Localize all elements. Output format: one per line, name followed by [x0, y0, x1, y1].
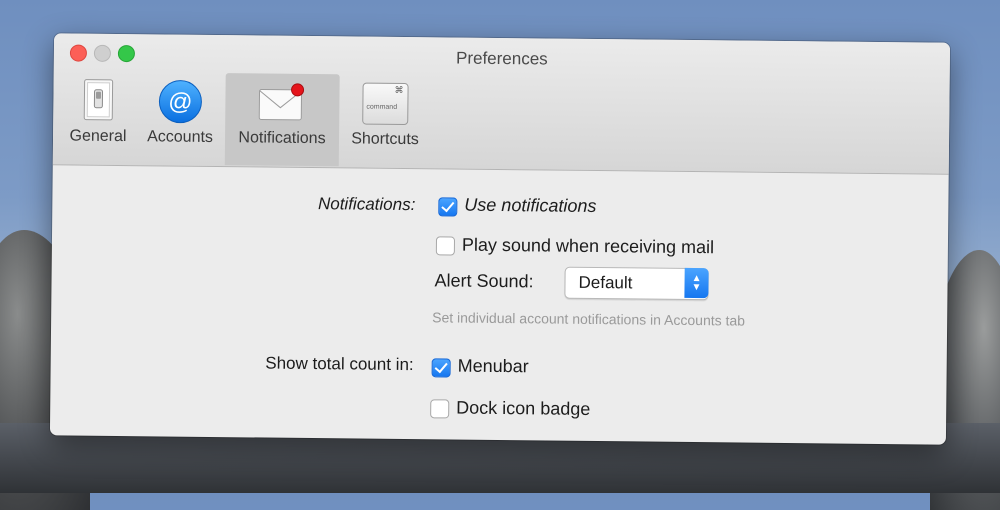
menubar-checkbox[interactable] — [431, 358, 451, 378]
tab-label: Shortcuts — [351, 130, 419, 149]
alert-sound-label: Alert Sound: — [434, 270, 534, 292]
svg-text:@: @ — [168, 89, 193, 116]
window-title: Preferences — [455, 48, 548, 69]
tab-general[interactable]: General — [61, 71, 136, 164]
menubar-label: Menubar — [457, 355, 529, 377]
preferences-window: Preferences General @ Accounts Notificat… — [49, 33, 951, 445]
tab-accounts[interactable]: @ Accounts — [137, 72, 224, 165]
tab-label: Accounts — [147, 128, 214, 146]
envelope-badge-icon — [255, 79, 310, 131]
chevron-updown-icon: ▲ ▼ — [684, 267, 709, 299]
alert-sound-popup[interactable]: Default ▲ ▼ — [564, 266, 709, 301]
key-text: command — [366, 103, 398, 111]
command-key-icon: ⌘ command — [362, 82, 409, 126]
dock-badge-checkbox[interactable] — [430, 399, 450, 419]
show-count-label: Show total count in: — [265, 353, 414, 375]
tab-label: General — [69, 127, 127, 146]
tab-label: Notifications — [238, 129, 326, 148]
play-sound-checkbox[interactable] — [435, 236, 456, 256]
dock-badge-label: Dock icon badge — [456, 397, 591, 419]
alert-sound-value: Default — [578, 272, 633, 293]
general-switch-icon — [78, 78, 119, 129]
notifications-label: Notifications: — [317, 194, 416, 215]
toolbar: Preferences General @ Accounts Notificat… — [52, 33, 951, 175]
play-sound-label: Play sound when receiving mail — [461, 234, 715, 258]
tab-shortcuts[interactable]: ⌘ command Shortcuts — [343, 74, 428, 167]
notifications-pane: Notifications: Use notifications Play so… — [50, 165, 949, 444]
use-notifications-checkbox[interactable] — [438, 197, 458, 217]
tab-notifications[interactable]: Notifications — [224, 73, 340, 167]
use-notifications-label: Use notifications — [464, 194, 597, 217]
accounts-hint: Set individual account notifications in … — [432, 309, 746, 329]
at-sign-icon: @ — [157, 78, 204, 129]
